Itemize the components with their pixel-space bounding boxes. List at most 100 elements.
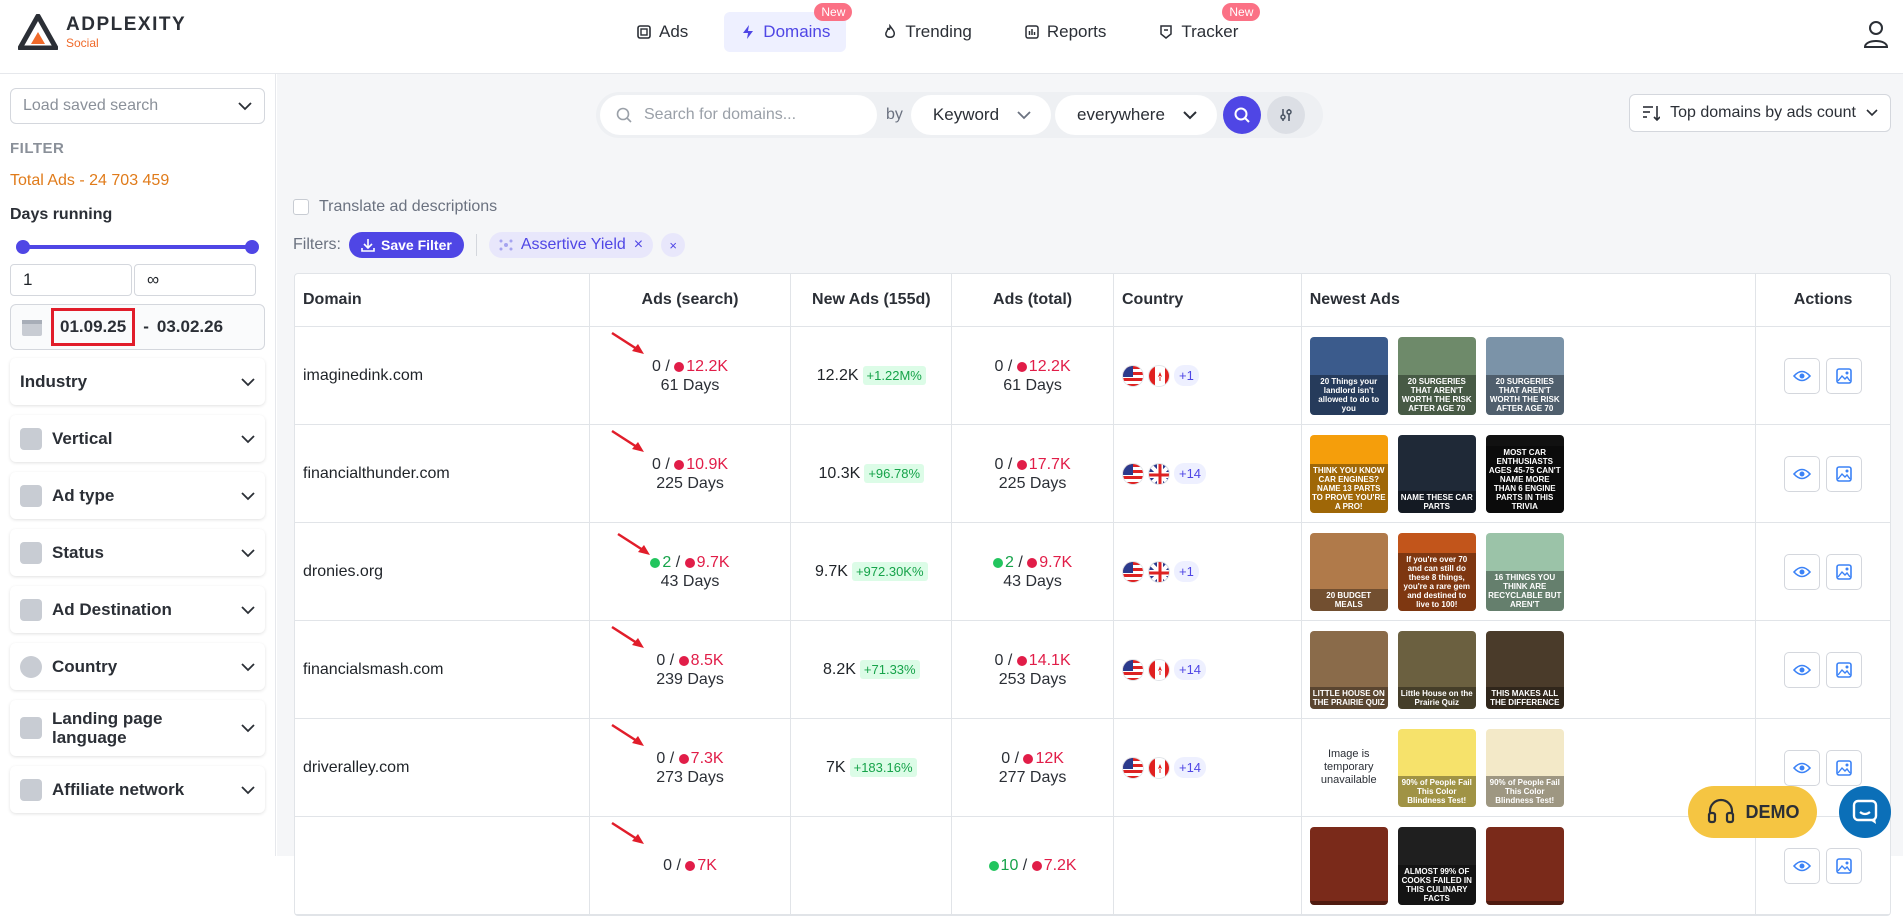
nav-ads[interactable]: Ads: [620, 12, 704, 52]
col-new-ads[interactable]: New Ads (155d): [791, 274, 953, 326]
more-countries-badge[interactable]: +14: [1173, 659, 1207, 680]
ad-thumbnail[interactable]: 16 THINGS YOU THINK ARE RECYCLABLE BUT A…: [1485, 532, 1564, 611]
gallery-button[interactable]: [1826, 553, 1863, 590]
date-range-picker[interactable]: 01.09.25 - 03.02.26: [10, 304, 265, 350]
view-button[interactable]: [1784, 651, 1821, 688]
view-button[interactable]: [1784, 357, 1821, 394]
ad-thumbnail[interactable]: 20 SURGERIES THAT AREN'T WORTH THE RISK …: [1485, 336, 1564, 415]
accordion-ad-destination[interactable]: Ad Destination: [10, 586, 265, 633]
nav-domains[interactable]: Domains New: [724, 3, 853, 52]
newest-ads-cell: LITTLE HOUSE ON THE PRAIRIE QUIZ Little H…: [1302, 621, 1757, 718]
ad-thumbnail-text: 16 THINGS YOU THINK ARE RECYCLABLE BUT A…: [1485, 570, 1564, 611]
gallery-button[interactable]: [1826, 455, 1863, 492]
sort-select[interactable]: Top domains by ads count: [1629, 94, 1891, 132]
active-dot: [988, 861, 999, 871]
ad-thumbnail[interactable]: ALMOST 99% OF COOKS FAILED IN THIS CULIN…: [1397, 826, 1476, 905]
view-button[interactable]: [1784, 455, 1821, 492]
gallery-button[interactable]: [1826, 749, 1863, 786]
ad-thumbnail[interactable]: Image is temporary unavailable: [1309, 728, 1388, 807]
search-button[interactable]: [1222, 96, 1261, 134]
view-button[interactable]: [1784, 847, 1821, 884]
ad-thumbnail-text: THIS MAKES ALL THE DIFFERENCE: [1485, 686, 1564, 709]
inactive-dot: [674, 361, 685, 372]
gallery-button[interactable]: [1826, 847, 1863, 884]
scope-select[interactable]: everywhere: [1055, 95, 1217, 135]
days-max-input[interactable]: ∞: [134, 264, 256, 296]
translate-checkbox[interactable]: [293, 199, 309, 215]
accordion-industry[interactable]: Industry: [10, 358, 265, 405]
domain-link[interactable]: dronies.org: [303, 563, 383, 581]
new-ads-cell: 9.7K +972.30K%: [791, 523, 953, 620]
date-end[interactable]: 03.02.26: [157, 317, 223, 337]
ad-thumbnail[interactable]: MOST CAR ENTHUSIASTS AGES 45-75 CAN'T NA…: [1485, 434, 1564, 513]
date-start[interactable]: 01.09.25: [51, 308, 136, 346]
ad-thumbnail[interactable]: LITTLE HOUSE ON THE PRAIRIE QUIZ: [1309, 630, 1388, 709]
ad-thumbnail[interactable]: [1309, 826, 1388, 905]
ad-thumbnail[interactable]: THIS MAKES ALL THE DIFFERENCE: [1485, 630, 1564, 709]
ad-thumbnail[interactable]: 20 Things your landlord isn't allowed to…: [1309, 336, 1388, 415]
domain-link[interactable]: financialsmash.com: [303, 661, 444, 679]
demo-button[interactable]: DEMO: [1688, 786, 1817, 838]
view-button[interactable]: [1784, 553, 1821, 590]
col-ads-total[interactable]: Ads (total): [952, 274, 1114, 326]
accordion-landing-page-language[interactable]: Landing page language: [10, 700, 265, 756]
more-countries-badge[interactable]: +14: [1173, 757, 1207, 778]
gallery-button[interactable]: [1826, 651, 1863, 688]
translate-option[interactable]: Translate ad descriptions: [293, 198, 497, 216]
advanced-filters-button[interactable]: [1266, 96, 1305, 134]
red-arrow-annotation: [616, 532, 650, 555]
days-min-input[interactable]: 1: [10, 264, 132, 296]
ad-thumbnail[interactable]: 90% of People Fail This Color Blindness …: [1485, 728, 1564, 807]
accordion-affiliate-network[interactable]: Affiliate network: [10, 766, 265, 813]
ad-thumbnail[interactable]: NAME THESE CAR PARTS: [1397, 434, 1476, 513]
domain-link[interactable]: financialthunder.com: [303, 465, 450, 483]
nav-reports[interactable]: Reports: [1008, 12, 1123, 52]
col-ads-search[interactable]: Ads (search): [590, 274, 792, 326]
clear-all-filters-button[interactable]: ×: [661, 233, 686, 257]
ad-thumbnail[interactable]: 20 SURGERIES THAT AREN'T WORTH THE RISK …: [1397, 336, 1476, 415]
chat-button[interactable]: [1839, 786, 1891, 838]
table-row[interactable]: financialthunder.com 0 / 10.9K 225 Days …: [295, 425, 1890, 523]
more-countries-badge[interactable]: +1: [1173, 561, 1199, 582]
flag-us-icon: [1121, 560, 1144, 583]
ad-thumbnail[interactable]: If you're over 70 and can still do these…: [1397, 532, 1476, 611]
ad-thumbnail[interactable]: Little House on the Prairie Quiz: [1397, 630, 1476, 709]
table-row[interactable]: financialsmash.com 0 / 8.5K 239 Days 8.2…: [295, 621, 1890, 719]
country-cell: +14: [1114, 621, 1302, 718]
inactive-dot: [674, 459, 685, 470]
slider-max-handle[interactable]: [245, 240, 259, 254]
accordion-country[interactable]: Country: [10, 643, 265, 690]
load-saved-search-select[interactable]: Load saved search: [10, 88, 265, 124]
remove-filter-icon[interactable]: ×: [634, 236, 643, 254]
slider-min-handle[interactable]: [16, 240, 30, 254]
ad-thumbnail[interactable]: 90% of People Fail This Color Blindness …: [1397, 728, 1476, 807]
user-icon[interactable]: [1863, 20, 1889, 48]
ad-thumbnail[interactable]: [1485, 826, 1564, 905]
table-row[interactable]: 0 / 7K 10 / 7.2K ALMOST 99% OF COOKS FAI…: [295, 817, 1890, 915]
days-running-slider[interactable]: [10, 240, 265, 254]
active-ads-count: 0: [1001, 749, 1011, 767]
ad-thumbnail[interactable]: 20 BUDGET MEALS: [1309, 532, 1388, 611]
days-count: 61 Days: [1003, 376, 1062, 394]
more-countries-badge[interactable]: +14: [1173, 463, 1207, 484]
nav-tracker[interactable]: Tracker New: [1142, 3, 1261, 52]
accordion-status[interactable]: Status: [10, 529, 265, 576]
accordion-vertical[interactable]: Vertical: [10, 415, 265, 462]
keyword-select[interactable]: Keyword: [910, 95, 1052, 135]
table-row[interactable]: driveralley.com 0 / 7.3K 273 Days 7K +183…: [295, 719, 1890, 817]
nav-trending[interactable]: Trending: [866, 12, 987, 52]
domain-link[interactable]: driveralley.com: [303, 759, 409, 777]
save-filter-button[interactable]: Save Filter: [349, 232, 464, 258]
table-row[interactable]: imaginedink.com 0 / 12.2K 61 Days 12.2K +…: [295, 327, 1890, 425]
domain-cell: financialthunder.com: [295, 425, 590, 522]
ad-thumbnail[interactable]: THINK YOU KNOW CAR ENGINES? NAME 13 PART…: [1309, 434, 1388, 513]
view-button[interactable]: [1784, 749, 1821, 786]
accordion-ad-type[interactable]: Ad type: [10, 472, 265, 519]
col-domain[interactable]: Domain: [295, 274, 590, 326]
domain-link[interactable]: imaginedink.com: [303, 367, 423, 385]
table-row[interactable]: dronies.org 2 / 9.7K 43 Days 9.7K +972.30…: [295, 523, 1890, 621]
more-countries-badge[interactable]: +1: [1173, 365, 1199, 386]
domain-search-input[interactable]: Search for domains...: [600, 95, 877, 135]
gallery-button[interactable]: [1826, 357, 1863, 394]
logo[interactable]: ADPLEXITY Social: [18, 14, 186, 50]
